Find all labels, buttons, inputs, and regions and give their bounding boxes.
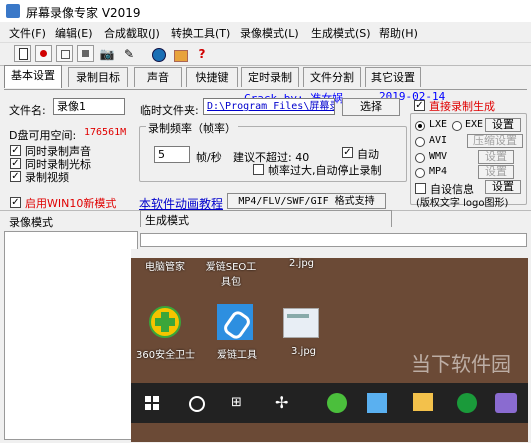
settings-button-lxe[interactable]: 设置 <box>485 118 521 132</box>
settings-button-wmv[interactable]: 设置 <box>478 150 514 164</box>
choose-button[interactable]: 选择 <box>342 98 400 116</box>
menu-bar: 文件(F) 编辑(E) 合成截取(J) 转换工具(T) 录像模式(L) 生成模式… <box>0 22 531 42</box>
scroll-track[interactable] <box>140 233 527 247</box>
preview-label-0: 电脑管家 <box>145 262 185 273</box>
search-icon[interactable] <box>189 396 205 412</box>
wmv-label: WMV <box>429 151 448 162</box>
preview-label-2: 2.jpg <box>289 258 315 269</box>
preview-label-1: 爱链SEO工具包 <box>205 262 257 288</box>
mp4-label: MP4 <box>429 166 448 177</box>
folder-icon[interactable] <box>413 393 433 411</box>
fps-input[interactable]: 5 <box>154 146 190 163</box>
record-mode-list[interactable] <box>4 231 138 440</box>
tab-split[interactable]: 文件分割 <box>303 67 361 87</box>
menu-convert[interactable]: 转换工具(T) <box>171 25 230 41</box>
formats-button[interactable]: MP4/FLV/SWF/GIF 格式支持 <box>227 193 386 209</box>
tab-sound[interactable]: 声音 <box>134 67 182 87</box>
menu-gen-mode[interactable]: 生成模式(S) <box>311 25 371 41</box>
tray-app-icon[interactable] <box>457 393 477 413</box>
record-mode-label: 录像模式 <box>9 216 53 229</box>
rec-video-label: 录制视频 <box>25 171 69 184</box>
direct-gen-checkbox[interactable]: ✓ <box>414 100 425 111</box>
shield-icon[interactable] <box>145 302 185 342</box>
win10-mode-label: 启用WIN10新模式 <box>25 197 117 210</box>
preview-taskbar: ⊞ ✢ <box>131 383 528 423</box>
lxe-radio[interactable] <box>415 121 425 131</box>
tab-basic[interactable]: 基本设置 <box>4 65 62 88</box>
link-icon[interactable] <box>215 302 255 342</box>
compress-settings-button[interactable]: 压缩设置 <box>467 134 523 148</box>
image-file-icon[interactable] <box>279 302 319 342</box>
new-file-icon[interactable] <box>14 45 31 62</box>
filename-label: 文件名: <box>9 104 46 117</box>
app-icon-blue[interactable] <box>367 393 387 413</box>
auto-label: 自动 <box>357 148 379 161</box>
desk-icon-label-1: 爱链工具 <box>217 350 257 361</box>
rec-video-checkbox[interactable]: ✓ <box>10 171 21 182</box>
avi-label: AVI <box>429 135 448 146</box>
title-bar: 屏幕录像专家 V2019 <box>0 0 531 22</box>
custom-info-settings-button[interactable]: 设置 <box>485 180 521 194</box>
globe-icon[interactable] <box>150 46 166 62</box>
app-icon <box>6 4 20 18</box>
avi-radio[interactable] <box>415 137 425 147</box>
gen-mode-label[interactable]: 生成模式 <box>145 212 189 228</box>
tray-app-icon-2[interactable] <box>495 393 517 413</box>
mp4-radio[interactable] <box>415 168 425 178</box>
record-icon[interactable] <box>35 45 52 62</box>
tab-other[interactable]: 其它设置 <box>365 67 421 87</box>
windows-start-icon[interactable] <box>145 396 159 410</box>
gift-icon[interactable] <box>172 46 188 62</box>
tab-timer[interactable]: 定时录制 <box>241 67 299 87</box>
tempdir-input[interactable]: D:\Program Files\屏幕录 <box>203 98 335 115</box>
settings-button-mp4[interactable]: 设置 <box>478 165 514 179</box>
menu-record-mode[interactable]: 录像模式(L) <box>240 25 299 41</box>
exe-radio[interactable] <box>452 121 462 131</box>
help-icon[interactable]: ? <box>194 46 210 62</box>
tempdir-label: 临时文件夹: <box>140 104 199 117</box>
disk-space-label: D盘可用空间: <box>9 129 77 142</box>
wmv-radio[interactable] <box>415 153 425 163</box>
auto-stop-checkbox[interactable] <box>253 164 264 175</box>
custom-info-checkbox[interactable] <box>415 183 426 194</box>
auto-checkbox[interactable]: ✓ <box>342 147 353 158</box>
browser-icon[interactable] <box>327 393 347 413</box>
copyright-label: (版权文字 logo图形) <box>416 198 509 209</box>
pinwheel-icon[interactable]: ✢ <box>275 393 295 413</box>
fps-unit: 帧/秒 <box>196 151 222 164</box>
tab-hotkey[interactable]: 快捷键 <box>186 67 238 87</box>
win10-mode-checkbox[interactable]: ✓ <box>10 197 21 208</box>
lxe-label: LXE <box>429 119 448 130</box>
rec-cursor-checkbox[interactable]: ✓ <box>10 158 21 169</box>
disk-space-value: 176561M <box>84 127 127 138</box>
desk-icon-label-0: 360安全卫士 <box>136 350 196 361</box>
camera-icon[interactable]: 📷 <box>99 46 115 62</box>
frame-rate-group-label: 录制频率（帧率） <box>146 120 238 136</box>
auto-stop-label: 帧率过大,自动停止录制 <box>268 164 382 177</box>
task-view-icon[interactable]: ⊞ <box>231 396 245 410</box>
tab-record-target[interactable]: 录制目标 <box>68 67 128 87</box>
toolbar: 📷 ✎ ? Crack by: 准女娲 2019-02-14 <box>0 42 531 105</box>
menu-edit[interactable]: 编辑(E) <box>55 25 93 41</box>
filename-input[interactable]: 录像1 <box>53 98 125 115</box>
pause-icon[interactable] <box>56 45 73 62</box>
exe-label: EXE <box>465 119 484 130</box>
menu-help[interactable]: 帮助(H) <box>379 25 418 41</box>
menu-compose[interactable]: 合成截取(J) <box>104 25 160 41</box>
direct-gen-label: 直接录制生成 <box>429 100 495 113</box>
desk-icon-label-2: 3.jpg <box>291 346 317 357</box>
stop-icon[interactable] <box>77 45 94 62</box>
pencil-icon[interactable]: ✎ <box>121 46 137 62</box>
spacer <box>131 249 528 258</box>
watermark-text: 当下软件园 <box>411 352 511 376</box>
window-title: 屏幕录像专家 V2019 <box>26 6 141 20</box>
rec-sound-checkbox[interactable]: ✓ <box>10 145 21 156</box>
menu-file[interactable]: 文件(F) <box>9 25 46 41</box>
